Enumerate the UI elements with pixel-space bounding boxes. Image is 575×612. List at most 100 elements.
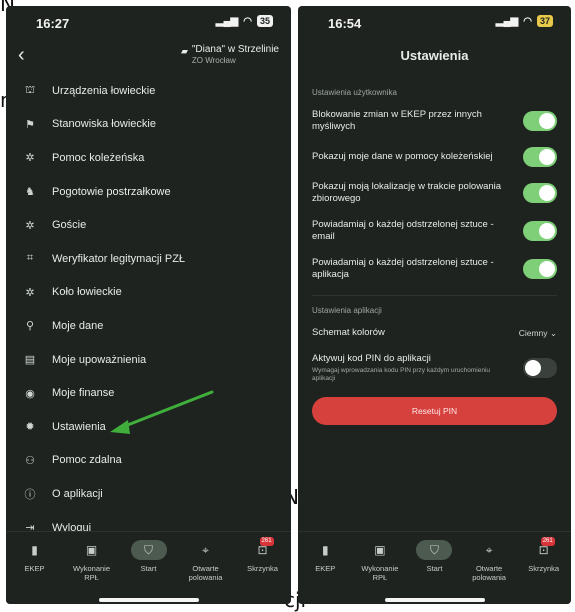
inbox-icon: ⊡ 261 bbox=[257, 537, 274, 557]
club-icon: ✲ bbox=[25, 286, 35, 299]
setting-label: Pokazuj moją lokalizację w trakcie polow… bbox=[312, 181, 502, 204]
signal-icon: ▂▄▆ bbox=[215, 15, 239, 27]
reset-pin-button[interactable]: Resetuj PIN bbox=[312, 397, 557, 425]
toggle-show-location[interactable] bbox=[523, 183, 557, 203]
divider bbox=[312, 295, 557, 296]
people-icon: ✲ bbox=[25, 152, 35, 165]
setting-block-ekep: Blokowanie zmian w EKEP przez innych myś… bbox=[312, 109, 557, 133]
left-phone-screen: 16:27 ▂▄▆ ◠ 35 ‹ ▰ "Diana" w Strzelinie … bbox=[6, 6, 291, 604]
page-title: Ustawienia bbox=[400, 48, 469, 63]
top-bar: ‹ ▰ "Diana" w Strzelinie ZO Wrocław bbox=[6, 40, 291, 76]
nav-start[interactable]: ⛉ Start bbox=[123, 540, 175, 582]
nav-skrzynka[interactable]: ⊡ 261 Skrzynka bbox=[518, 537, 570, 582]
toggle-notify-email[interactable] bbox=[523, 221, 557, 241]
wifi-icon: ◠ bbox=[243, 15, 252, 27]
menu-item-moje-dane[interactable]: ⚲ Moje dane bbox=[6, 309, 291, 343]
status-bar: 16:54 ▂▄▆ ◠ 37 bbox=[298, 6, 571, 36]
toggle-pin[interactable] bbox=[523, 358, 557, 378]
piggy-bank-icon: ◉ bbox=[25, 387, 35, 400]
menu-item-label: Urządzenia łowieckie bbox=[52, 84, 156, 97]
nav-skrzynka[interactable]: ⊡ 261 Skrzynka bbox=[237, 537, 289, 582]
nav-label: Skrzynka bbox=[247, 564, 278, 573]
inbox-badge: 261 bbox=[540, 537, 555, 546]
nav-otwarte-polowania[interactable]: ⌖ Otwarte polowania bbox=[463, 540, 515, 583]
menu-item-weryfikator[interactable]: ⌗ Weryfikator legitymacji PZŁ bbox=[6, 242, 291, 276]
menu-item-upowaznienia[interactable]: ▤ Moje upoważnienia bbox=[6, 343, 291, 377]
nav-wykonanie-rpl[interactable]: ▣ Wykonanie RPŁ bbox=[354, 540, 406, 583]
ekep-icon: ▮ bbox=[321, 542, 329, 557]
menu-item-pogotowie[interactable]: ♞ Pogotowie postrzałkowe bbox=[6, 175, 291, 209]
nav-wykonanie-rpl[interactable]: ▣ Wykonanie RPŁ bbox=[66, 540, 118, 583]
menu-item-stanowiska[interactable]: ⚑ Stanowiska łowieckie bbox=[6, 108, 291, 142]
hunt-club-header[interactable]: ▰ "Diana" w Strzelinie ZO Wrocław bbox=[181, 44, 279, 66]
inbox-badge: 261 bbox=[259, 537, 274, 546]
menu-item-kolo[interactable]: ✲ Koło łowieckie bbox=[6, 276, 291, 310]
nav-label: Wykonanie RPŁ bbox=[72, 564, 111, 582]
nav-label: Otwarte polowania bbox=[188, 564, 223, 582]
home-indicator bbox=[98, 598, 199, 602]
nav-label: EKEP bbox=[315, 564, 336, 573]
setting-label: Powiadamiaj o każdej odstrzelonej sztuce… bbox=[312, 219, 494, 242]
flag-icon: ⚑ bbox=[25, 118, 35, 131]
right-phone-screen: 16:54 ▂▄▆ ◠ 37 Ustawienia Ustawienia uży… bbox=[298, 6, 571, 604]
user-settings-section-title: Ustawienia użytkownika bbox=[312, 88, 397, 97]
app-settings-section-title: Ustawienia aplikacji bbox=[312, 306, 382, 315]
nav-label: Start bbox=[140, 564, 157, 573]
shield-icon: ⛉ bbox=[130, 540, 167, 560]
calendar-icon: ▣ bbox=[85, 542, 98, 557]
menu-item-o-aplikacji[interactable]: ⓘ O aplikacji bbox=[6, 477, 291, 511]
toggle-block-ekep[interactable] bbox=[523, 111, 557, 131]
toggle-show-data[interactable] bbox=[523, 147, 557, 167]
toggle-knob bbox=[525, 360, 541, 376]
setting-label: Schemat kolorów bbox=[312, 327, 385, 338]
hunt-club-region: ZO Wrocław bbox=[191, 56, 236, 65]
status-icons: ▂▄▆ ◠ 37 bbox=[496, 15, 553, 27]
hunt-club-name: "Diana" w Strzelinie bbox=[191, 44, 279, 55]
setting-label: Powiadamiaj o każdej odstrzelonej sztuce… bbox=[312, 257, 494, 280]
menu-item-label: Stanowiska łowieckie bbox=[52, 118, 156, 131]
status-time: 16:54 bbox=[328, 16, 362, 31]
wifi-icon: ◠ bbox=[523, 15, 532, 27]
remote-help-icon: ⚇ bbox=[25, 454, 35, 467]
top-bar: Ustawienia bbox=[298, 40, 571, 76]
menu-item-label: Goście bbox=[52, 219, 87, 232]
back-arrow-icon[interactable]: ‹ bbox=[18, 44, 25, 67]
setting-label: Pokazuj moje dane w pomocy koleżeńskiej bbox=[312, 151, 493, 162]
nav-label: Skrzynka bbox=[528, 564, 560, 573]
toggle-knob bbox=[539, 113, 555, 129]
setting-color-scheme[interactable]: Schemat kolorów Ciemny ⌄ bbox=[312, 327, 557, 339]
toggle-knob bbox=[539, 223, 555, 239]
toggle-notify-app[interactable] bbox=[523, 259, 557, 279]
home-indicator bbox=[384, 598, 485, 602]
tower-icon: ⛫ bbox=[24, 83, 36, 96]
menu-item-label: Weryfikator legitymacji PZŁ bbox=[52, 252, 186, 265]
menu-item-urzadzenia[interactable]: ⛫ Urządzenia łowieckie bbox=[6, 74, 291, 108]
nav-label: EKEP bbox=[24, 564, 45, 573]
menu-item-pomoc-kolezenska[interactable]: ✲ Pomoc koleżeńska bbox=[6, 141, 291, 175]
nav-label: Start bbox=[426, 564, 443, 573]
setting-notify-app: Powiadamiaj o każdej odstrzelonej sztuce… bbox=[312, 257, 557, 281]
setting-show-data: Pokazuj moje dane w pomocy koleżeńskiej bbox=[312, 147, 557, 167]
nav-otwarte-polowania[interactable]: ⌖ Otwarte polowania bbox=[180, 540, 232, 583]
setting-label: Aktywuj kod PIN do aplikacji bbox=[312, 353, 431, 364]
menu-item-label: O aplikacji bbox=[52, 487, 103, 500]
hunt-club-icon: ▰ bbox=[180, 46, 188, 56]
nav-start[interactable]: ⛉ Start bbox=[408, 540, 460, 582]
menu-item-label: Moje upoważnienia bbox=[52, 353, 147, 366]
target-icon: ⌖ bbox=[202, 542, 209, 557]
shield-icon: ⛉ bbox=[416, 540, 453, 560]
menu-item-pomoc-zdalna[interactable]: ⚇ Pomoc zdalna bbox=[6, 444, 291, 478]
dog-icon: ♞ bbox=[25, 186, 35, 199]
document-icon: ▤ bbox=[24, 354, 36, 367]
color-scheme-dropdown[interactable]: Ciemny ⌄ bbox=[519, 328, 557, 339]
nav-ekep[interactable]: ▮ EKEP bbox=[9, 540, 61, 582]
menu-item-label: Moje dane bbox=[52, 319, 104, 332]
nav-ekep[interactable]: ▮ EKEP bbox=[299, 540, 351, 582]
color-scheme-value: Ciemny bbox=[518, 327, 548, 338]
guests-icon: ✲ bbox=[25, 219, 35, 232]
status-icons: ▂▄▆ ◠ 35 bbox=[216, 15, 273, 27]
menu-item-label: Koło łowieckie bbox=[52, 286, 122, 299]
toggle-knob bbox=[539, 185, 555, 201]
menu-item-goscie[interactable]: ✲ Goście bbox=[6, 208, 291, 242]
menu-item-label: Pomoc koleżeńska bbox=[52, 151, 145, 164]
